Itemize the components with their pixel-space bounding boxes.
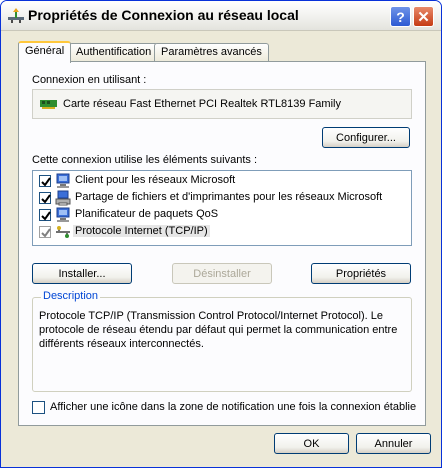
list-item-label: Protocole Internet (TCP/IP) — [73, 225, 210, 237]
adapter-field: Carte réseau Fast Ethernet PCI Realtek R… — [32, 89, 412, 119]
tab-general[interactable]: Général — [18, 41, 72, 63]
network-connection-icon — [8, 8, 24, 23]
components-list[interactable]: Client pour les réseaux Microsoft Partag… — [32, 170, 412, 246]
show-icon-label[interactable]: Afficher une icône dans la zone de notif… — [50, 401, 416, 413]
title-bar[interactable]: Propriétés de Connexion au réseau local … — [1, 1, 441, 31]
tcpip-checkbox[interactable] — [39, 226, 51, 238]
list-item-file-sharing[interactable]: Partage de fichiers et d'imprimantes pou… — [36, 190, 410, 206]
cancel-button[interactable]: Annuler — [356, 433, 431, 454]
window-title: Propriétés de Connexion au réseau local — [28, 7, 299, 23]
list-item-qos[interactable]: Planificateur de paquets QoS — [36, 207, 410, 223]
tab-advanced[interactable]: Paramètres avancés — [154, 43, 269, 62]
network-card-icon — [40, 100, 57, 109]
protocol-icon — [56, 226, 70, 238]
components-label: Cette connexion utilise les éléments sui… — [32, 154, 258, 166]
description-text: Protocole TCP/IP (Transmission Control P… — [39, 310, 398, 350]
file-sharing-checkbox[interactable] — [39, 192, 51, 204]
list-item-label: Planificateur de paquets QoS — [75, 208, 219, 220]
show-icon-checkbox[interactable] — [32, 401, 45, 414]
close-icon: ✕ — [417, 8, 430, 26]
list-item-client[interactable]: Client pour les réseaux Microsoft — [36, 173, 410, 189]
checkmark-icon — [41, 211, 51, 221]
network-client-icon — [56, 173, 70, 188]
adapter-name: Carte réseau Fast Ethernet PCI Realtek R… — [63, 98, 341, 110]
checkmark-icon — [41, 177, 51, 187]
checkmark-icon — [41, 194, 51, 204]
description-title: Description — [41, 290, 101, 302]
tab-authentication[interactable]: Authentification — [69, 43, 159, 62]
list-item-label: Client pour les réseaux Microsoft — [75, 174, 236, 186]
help-icon: ? — [396, 8, 405, 25]
properties-dialog: Propriétés de Connexion au réseau local … — [0, 0, 442, 468]
properties-button[interactable]: Propriétés — [311, 263, 411, 284]
connect-using-label: Connexion en utilisant : — [32, 74, 147, 86]
close-button[interactable]: ✕ — [413, 6, 434, 27]
ok-button[interactable]: OK — [274, 433, 349, 454]
qos-checkbox[interactable] — [39, 209, 51, 221]
list-item-tcpip[interactable]: Protocole Internet (TCP/IP) — [36, 224, 410, 240]
general-tab-panel: Connexion en utilisant : Carte réseau Fa… — [18, 61, 426, 426]
list-item-label: Partage de fichiers et d'imprimantes pou… — [75, 191, 383, 203]
file-printer-sharing-icon — [55, 190, 71, 206]
client-checkbox[interactable] — [39, 175, 51, 187]
qos-scheduler-icon — [56, 207, 70, 222]
help-button[interactable]: ? — [390, 6, 411, 27]
uninstall-button[interactable]: Désinstaller — [172, 263, 272, 284]
install-button[interactable]: Installer... — [32, 263, 132, 284]
description-group: Description Protocole TCP/IP (Transmissi… — [32, 290, 412, 392]
checkmark-icon — [41, 228, 51, 238]
configure-button[interactable]: Configurer... — [322, 127, 410, 148]
